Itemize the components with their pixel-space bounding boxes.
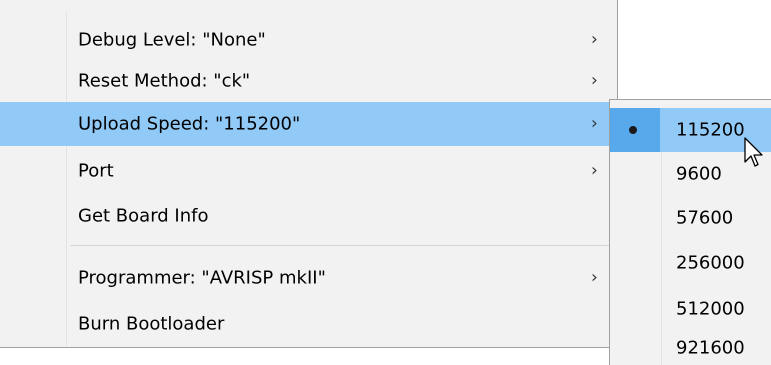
submenu-item-512000[interactable]: 512000 <box>610 287 771 331</box>
submenu-item-label: 921600 <box>676 337 745 359</box>
submenu-item-label: 115200 <box>676 119 745 141</box>
submenu-item-label: 57600 <box>676 207 734 229</box>
menu-item-programmer[interactable]: Programmer: "AVRISP mkII" › <box>0 256 617 300</box>
submenu-item-label: 9600 <box>676 163 722 185</box>
chevron-right-icon: › <box>591 113 598 134</box>
menu-screenshot: Debug Level: "None" › Reset Method: "ck"… <box>0 0 771 365</box>
menu-item-label: Port <box>78 160 114 182</box>
menu-item-label: Burn Bootloader <box>78 313 225 335</box>
radio-dot-icon <box>629 126 637 134</box>
chevron-right-icon: › <box>591 29 598 50</box>
menu-item-upload-speed[interactable]: Upload Speed: "115200" › <box>0 102 617 146</box>
chevron-right-icon: › <box>591 70 598 91</box>
menu-item-port[interactable]: Port › <box>0 149 617 193</box>
tools-menu: Debug Level: "None" › Reset Method: "ck"… <box>0 0 618 348</box>
menu-item-label: Reset Method: "ck" <box>78 70 251 92</box>
menu-item-label: Upload Speed: "115200" <box>78 113 301 135</box>
menu-item-label: Get Board Info <box>78 205 209 227</box>
submenu-item-921600[interactable]: 921600 <box>610 326 771 365</box>
mouse-pointer-icon <box>744 137 763 167</box>
submenu-item-256000[interactable]: 256000 <box>610 241 771 285</box>
submenu-item-label: 512000 <box>676 298 745 320</box>
menu-item-get-board-info[interactable]: Get Board Info <box>0 194 617 238</box>
menu-item-label: Programmer: "AVRISP mkII" <box>78 267 326 289</box>
menu-separator <box>70 245 610 246</box>
chevron-right-icon: › <box>591 160 598 181</box>
menu-item-burn-bootloader[interactable]: Burn Bootloader <box>0 302 617 346</box>
menu-item-debug-level[interactable]: Debug Level: "None" › <box>0 18 617 62</box>
submenu-item-57600[interactable]: 57600 <box>610 196 771 240</box>
menu-item-label: Debug Level: "None" <box>78 29 266 51</box>
chevron-right-icon: › <box>591 267 598 288</box>
menu-item-reset-method[interactable]: Reset Method: "ck" › <box>0 59 617 103</box>
submenu-item-label: 256000 <box>676 252 745 274</box>
